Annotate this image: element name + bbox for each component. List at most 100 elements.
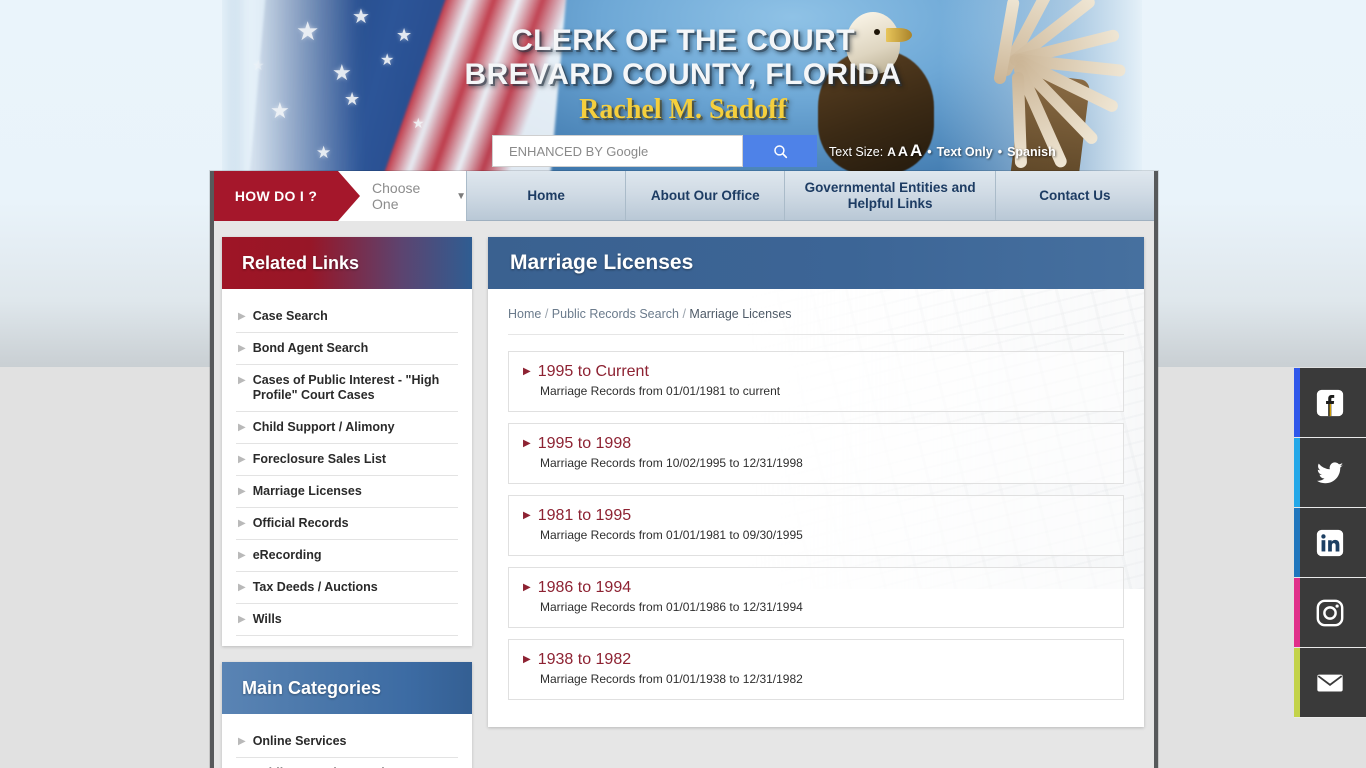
sidebar-item-label: Official Records [252,516,349,530]
twitter-stripe [1294,438,1300,507]
separator-dot: • [927,145,932,159]
nav-item-home[interactable]: Home [466,171,625,220]
page-root: ★ ★ ★ ★ ★ ★ ★ ★ ★ ★ CLERK OF THE COURT B… [0,0,1366,768]
nav-item-contact-us[interactable]: Contact Us [994,171,1154,220]
record-card-1938-to-1982[interactable]: ▶ 1938 to 1982 Marriage Records from 01/… [508,639,1124,700]
how-do-i-dropdown[interactable]: HOW DO I ? Choose One ▼ [214,171,466,221]
record-title-row: ▶ 1995 to 1998 [523,434,1109,454]
breadcrumb-home-link[interactable]: Home [508,307,541,321]
sidebar-item-public-records-search[interactable]: ▶ Public Records Search [236,758,458,768]
chevron-right-icon: ▶ [238,582,246,593]
sidebar-item-label: Bond Agent Search [252,341,369,355]
content-inner: Home / Public Records Search / Marriage … [488,289,1144,700]
header-search-strip: Text Size: A A A • Text Only • Spanish [492,135,1056,167]
social-link-email[interactable] [1294,648,1366,718]
record-title-row: ▶ 1981 to 1995 [523,506,1109,526]
record-subtitle: Marriage Records from 10/02/1995 to 12/3… [540,456,803,470]
linkedin-stripe [1294,508,1300,577]
choose-one-select[interactable]: Choose One ▼ [372,180,466,212]
sidebar-item-bond-agent-search[interactable]: ▶ Bond Agent Search [236,333,458,365]
sidebar-item-label: eRecording [252,548,322,562]
chevron-right-icon: ▶ [238,454,246,465]
chevron-right-icon: ▶ [523,366,531,377]
facebook-icon [1316,389,1344,416]
chevron-right-icon: ▶ [238,343,246,354]
sidebar-item-label: Wills [252,612,282,626]
record-card-1981-to-1995[interactable]: ▶ 1981 to 1995 Marriage Records from 01/… [508,495,1124,556]
main-categories-panel: Main Categories ▶ Online Services ▶ Publ… [222,662,472,768]
sidebar-item-marriage-licenses[interactable]: ▶ Marriage Licenses [236,476,458,508]
record-card-1986-to-1994[interactable]: ▶ 1986 to 1994 Marriage Records from 01/… [508,567,1124,628]
content-panel: Marriage Licenses Home / Public Records … [488,237,1144,727]
site-container: HOW DO I ? Choose One ▼ Home About Our O… [210,171,1158,768]
page-body: Related Links ▶ Case Search ▶ Bond Agent… [214,221,1154,768]
record-subtitle: Marriage Records from 01/01/1981 to curr… [540,384,781,398]
instagram-stripe [1294,578,1300,647]
social-link-twitter[interactable] [1294,438,1366,508]
text-size-large-button[interactable]: A [910,141,922,161]
record-card-1995-to-current[interactable]: ▶ 1995 to Current Marriage Records from … [508,351,1124,412]
sidebar-item-foreclosure-sales-list[interactable]: ▶ Foreclosure Sales List [236,444,458,476]
chevron-right-icon: ▶ [238,375,246,386]
breadcrumb-separator: / [682,307,686,321]
sidebar-item-tax-deeds-auctions[interactable]: ▶ Tax Deeds / Auctions [236,572,458,604]
site-title-line-1: CLERK OF THE COURT [511,24,855,57]
page-title: Marriage Licenses [488,237,1144,289]
google-search-box[interactable] [492,135,743,167]
chevron-right-icon: ▶ [238,486,246,497]
sidebar-item-cases-of-public-interest[interactable]: ▶ Cases of Public Interest - "High Profi… [236,365,458,412]
social-link-instagram[interactable] [1294,578,1366,648]
sidebar-item-wills[interactable]: ▶ Wills [236,604,458,636]
sidebar-item-label: Marriage Licenses [252,484,362,498]
chevron-right-icon: ▶ [238,736,246,747]
sidebar-item-erecording[interactable]: ▶ eRecording [236,540,458,572]
sidebar-item-case-search[interactable]: ▶ Case Search [236,301,458,333]
chevron-right-icon: ▶ [523,438,531,449]
record-title: 1995 to Current [537,363,649,380]
social-media-rail [1294,368,1366,718]
chevron-right-icon: ▶ [523,582,531,593]
breadcrumb-current: Marriage Licenses [689,307,792,321]
how-do-i-badge: HOW DO I ? [214,171,361,221]
breadcrumb: Home / Public Records Search / Marriage … [508,305,1124,335]
chevron-right-icon: ▶ [523,654,531,665]
search-button[interactable] [743,135,817,167]
marriage-record-list: ▶ 1995 to Current Marriage Records from … [508,351,1124,700]
flag-star-icon: ★ [316,143,332,162]
spanish-link[interactable]: Spanish [1007,145,1056,159]
nav-item-about-our-office[interactable]: About Our Office [625,171,784,220]
chevron-right-icon: ▶ [238,422,246,433]
text-size-medium-button[interactable]: A [898,143,908,159]
sidebar-item-label: Cases of Public Interest - "High Profile… [252,373,440,402]
text-only-link[interactable]: Text Only [937,145,993,159]
record-title: 1938 to 1982 [537,651,632,668]
chevron-right-icon: ▶ [238,614,246,625]
related-links-list: ▶ Case Search ▶ Bond Agent Search ▶ Case… [222,289,472,646]
sidebar-item-online-services[interactable]: ▶ Online Services [236,726,458,758]
sidebar-item-label: Online Services [252,734,347,748]
breadcrumb-public-records-search-link[interactable]: Public Records Search [552,307,679,321]
social-link-linkedin[interactable] [1294,508,1366,578]
separator-dot: • [997,145,1003,159]
main-navigation: HOW DO I ? Choose One ▼ Home About Our O… [214,171,1154,221]
record-card-1995-to-1998[interactable]: ▶ 1995 to 1998 Marriage Records from 10/… [508,423,1124,484]
search-input[interactable] [509,137,742,165]
record-title: 1995 to 1998 [537,435,632,452]
text-size-small-button[interactable]: A [887,145,896,159]
site-title-line-2: BREVARD COUNTY, FLORIDA [464,58,902,91]
search-icon [773,144,787,158]
main-categories-heading: Main Categories [222,662,472,714]
record-title-row: ▶ 1938 to 1982 [523,650,1109,670]
related-links-heading: Related Links [222,237,472,289]
chevron-right-icon: ▶ [523,510,531,521]
social-link-facebook[interactable] [1294,368,1366,438]
chevron-down-icon: ▼ [456,190,466,202]
chevron-right-icon: ▶ [238,550,246,561]
sidebar-item-label: Child Support / Alimony [252,420,395,434]
main-categories-list: ▶ Online Services ▶ Public Records Searc… [222,714,472,768]
sidebar-item-official-records[interactable]: ▶ Official Records [236,508,458,540]
nav-item-governmental-entities[interactable]: Governmental Entities and Helpful Links [784,171,994,220]
sidebar-item-child-support-alimony[interactable]: ▶ Child Support / Alimony [236,412,458,444]
choose-one-label: Choose One [372,180,421,212]
text-size-tools: Text Size: A A A • Text Only • Spanish [829,141,1056,161]
